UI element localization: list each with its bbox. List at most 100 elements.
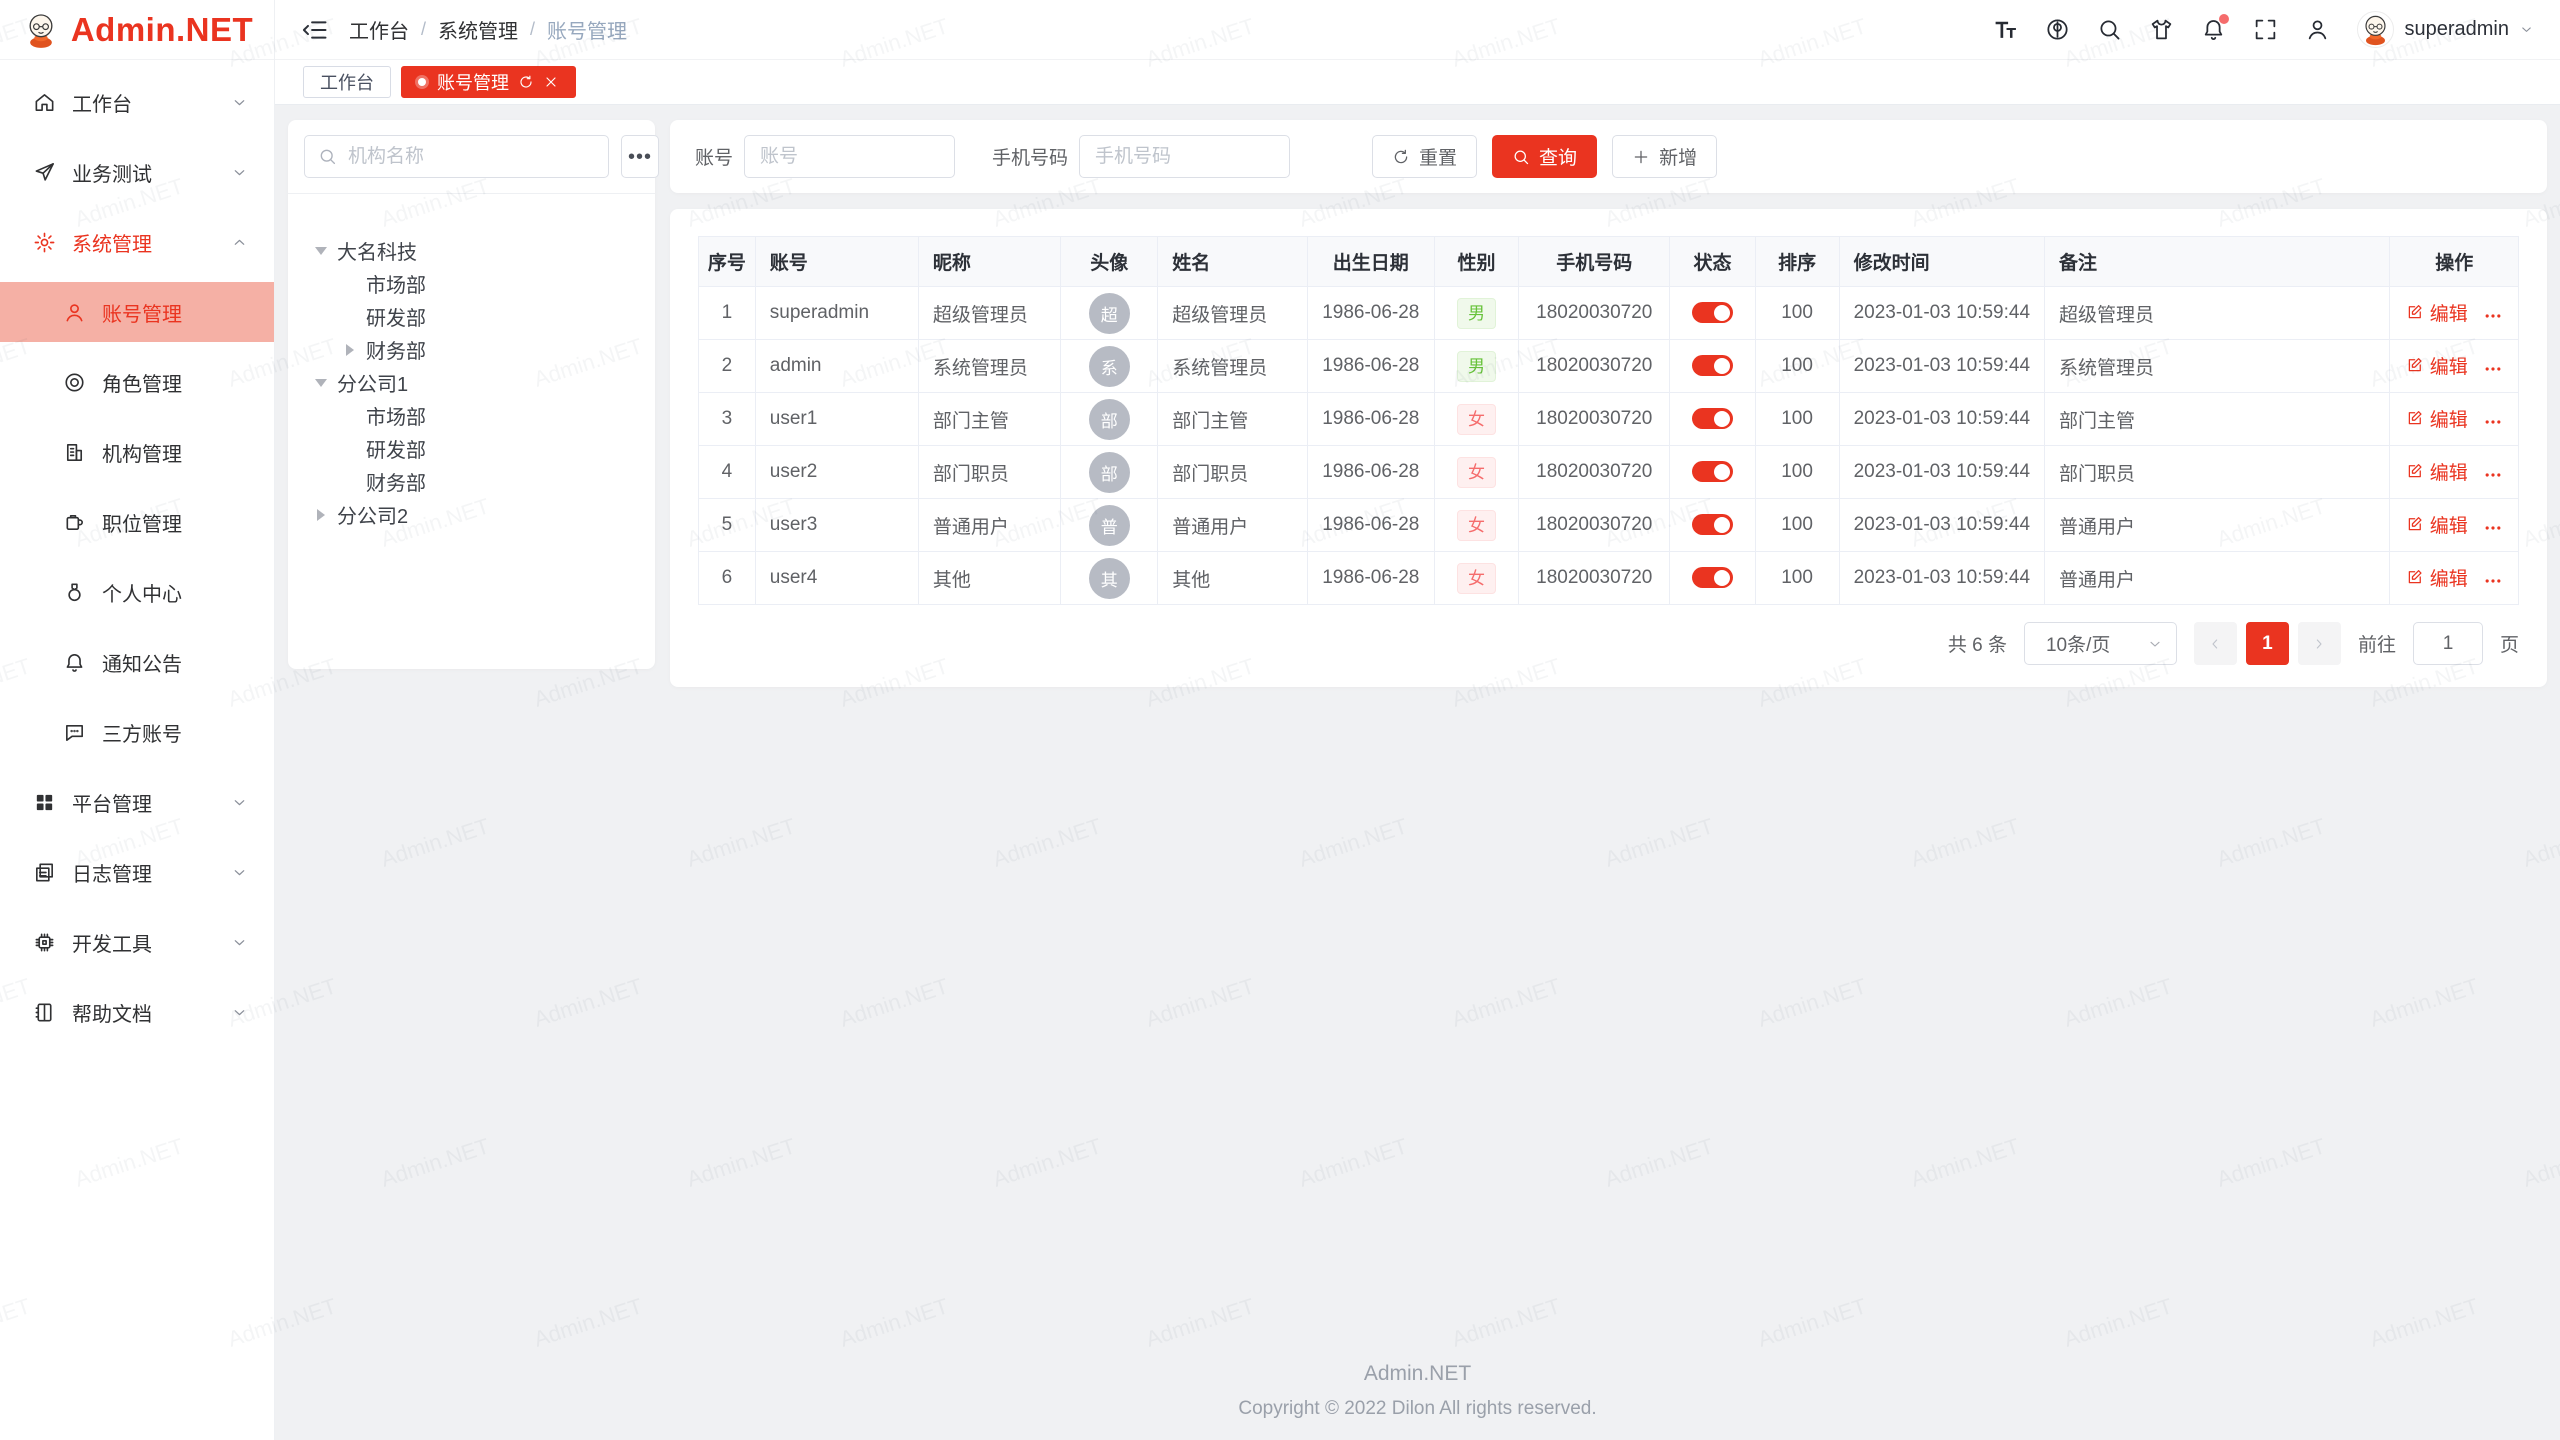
cell-sort: 100	[1755, 393, 1839, 446]
language-icon[interactable]	[2045, 17, 2070, 42]
user-icon[interactable]	[2305, 17, 2330, 42]
sidebar-item-account-management[interactable]: 账号管理	[0, 282, 274, 342]
tree-node[interactable]: 市场部	[304, 399, 639, 432]
tree-node[interactable]: 分公司2	[304, 498, 639, 531]
edit-button[interactable]: 编辑	[2406, 511, 2468, 538]
query-button[interactable]: 查询	[1492, 135, 1597, 178]
tab-active[interactable]: 账号管理	[401, 66, 576, 98]
tree-node[interactable]: 市场部	[304, 267, 639, 300]
edit-button[interactable]: 编辑	[2406, 299, 2468, 326]
tree-expand-icon[interactable]	[304, 509, 337, 521]
edit-button[interactable]: 编辑	[2406, 405, 2468, 432]
sidebar-item-dev-tools[interactable]: 开发工具	[0, 912, 274, 972]
tree-node[interactable]: 分公司1	[304, 366, 639, 399]
account-input[interactable]	[744, 135, 955, 178]
more-actions-button[interactable]	[2483, 306, 2503, 326]
toggle-knob	[1714, 305, 1730, 321]
toggle-knob	[1714, 517, 1730, 533]
edit-label: 编辑	[2430, 458, 2468, 485]
row-avatar: 系	[1089, 346, 1130, 387]
status-toggle[interactable]	[1692, 461, 1733, 482]
edit-icon	[2406, 462, 2424, 480]
page-size-select[interactable]: 10条/页	[2024, 622, 2177, 665]
tree-node[interactable]: 财务部	[304, 333, 639, 366]
refresh-icon[interactable]	[518, 74, 534, 90]
search-icon[interactable]	[2097, 17, 2122, 42]
page-number-button[interactable]: 1	[2246, 622, 2289, 665]
edit-label: 编辑	[2430, 511, 2468, 538]
sidebar-item-label: 系统管理	[72, 228, 231, 257]
more-actions-button[interactable]	[2483, 412, 2503, 432]
edit-button[interactable]: 编辑	[2406, 458, 2468, 485]
sidebar-item-role-management[interactable]: 角色管理	[0, 352, 274, 412]
sidebar-item-log-management[interactable]: 日志管理	[0, 842, 274, 902]
notification-icon[interactable]	[2201, 17, 2226, 42]
tab-item[interactable]: 工作台	[303, 66, 391, 98]
edit-button[interactable]: 编辑	[2406, 564, 2468, 591]
account-table: 序号账号昵称头像姓名出生日期性别手机号码状态排序修改时间备注操作 1supera…	[698, 236, 2519, 605]
right-column: 账号 手机号码 重置 查询 新增 序	[670, 120, 2547, 687]
menu-fold-icon[interactable]	[301, 16, 329, 44]
breadcrumb-item[interactable]: 工作台	[349, 15, 409, 44]
sidebar-item-third-party-account[interactable]: 三方账号	[0, 702, 274, 762]
tree-node[interactable]: 研发部	[304, 300, 639, 333]
edit-button[interactable]: 编辑	[2406, 352, 2468, 379]
more-actions-button[interactable]	[2483, 518, 2503, 538]
tree-expand-icon[interactable]	[304, 245, 337, 257]
sidebar-item-label: 工作台	[72, 88, 231, 117]
sidebar-item-org-management[interactable]: 机构管理	[0, 422, 274, 482]
org-search-input[interactable]	[346, 145, 595, 169]
status-toggle[interactable]	[1692, 514, 1733, 535]
close-icon[interactable]	[543, 74, 559, 90]
sidebar-item-help-docs[interactable]: 帮助文档	[0, 982, 274, 1042]
sidebar-item-business-test[interactable]: 业务测试	[0, 142, 274, 202]
user-menu[interactable]: superadmin	[2357, 11, 2534, 48]
logo[interactable]: Admin.NET	[0, 0, 274, 60]
sidebar-item-platform-management[interactable]: 平台管理	[0, 772, 274, 832]
app-root: Admin.NETAdmin.NETAdmin.NETAdmin.NETAdmi…	[0, 0, 2560, 1440]
fullscreen-icon[interactable]	[2253, 17, 2278, 42]
status-toggle[interactable]	[1692, 302, 1733, 323]
goto-label: 前往	[2358, 630, 2396, 657]
cell-account: user4	[755, 552, 918, 605]
sidebar-item-position-management[interactable]: 职位管理	[0, 492, 274, 552]
status-toggle[interactable]	[1692, 355, 1733, 376]
prev-page-button[interactable]	[2194, 622, 2237, 665]
cell-account: admin	[755, 340, 918, 393]
sidebar-item-workbench[interactable]: 工作台	[0, 72, 274, 132]
reset-button[interactable]: 重置	[1372, 135, 1477, 178]
theme-icon[interactable]	[2149, 17, 2174, 42]
tab-label: 工作台	[320, 69, 374, 95]
cell-status	[1670, 340, 1755, 393]
sidebar-item-system-management[interactable]: 系统管理	[0, 212, 274, 272]
status-toggle[interactable]	[1692, 567, 1733, 588]
tree-expand-icon[interactable]	[304, 377, 337, 389]
cell-modified: 2023-01-03 10:59:44	[1839, 446, 2044, 499]
sidebar-item-personal-center[interactable]: 个人中心	[0, 562, 274, 622]
sidebar-item-notice[interactable]: 通知公告	[0, 632, 274, 692]
column-header-avatar: 头像	[1061, 237, 1158, 287]
next-page-button[interactable]	[2298, 622, 2341, 665]
chevron-down-icon	[231, 164, 248, 181]
org-more-button[interactable]: •••	[621, 135, 659, 178]
breadcrumb: 工作台/系统管理/账号管理	[349, 15, 627, 44]
more-actions-button[interactable]	[2483, 359, 2503, 379]
cell-account: user2	[755, 446, 918, 499]
breadcrumb-item[interactable]: 系统管理	[438, 15, 518, 44]
role-icon	[63, 371, 86, 394]
tree-node-label: 市场部	[366, 269, 426, 298]
cell-name: 部门主管	[1158, 393, 1307, 446]
send-icon	[33, 161, 56, 184]
more-actions-button[interactable]	[2483, 571, 2503, 591]
more-actions-button[interactable]	[2483, 465, 2503, 485]
font-size-icon[interactable]	[1993, 17, 2018, 42]
add-button[interactable]: 新增	[1612, 135, 1717, 178]
goto-page-input[interactable]	[2413, 622, 2483, 665]
tree-node[interactable]: 财务部	[304, 465, 639, 498]
status-toggle[interactable]	[1692, 408, 1733, 429]
tree-expand-icon[interactable]	[333, 344, 366, 356]
footer-copyright: Copyright © 2022 Dilon All rights reserv…	[288, 1398, 2547, 1420]
tree-node[interactable]: 大名科技	[304, 234, 639, 267]
tree-node[interactable]: 研发部	[304, 432, 639, 465]
phone-input[interactable]	[1079, 135, 1290, 178]
